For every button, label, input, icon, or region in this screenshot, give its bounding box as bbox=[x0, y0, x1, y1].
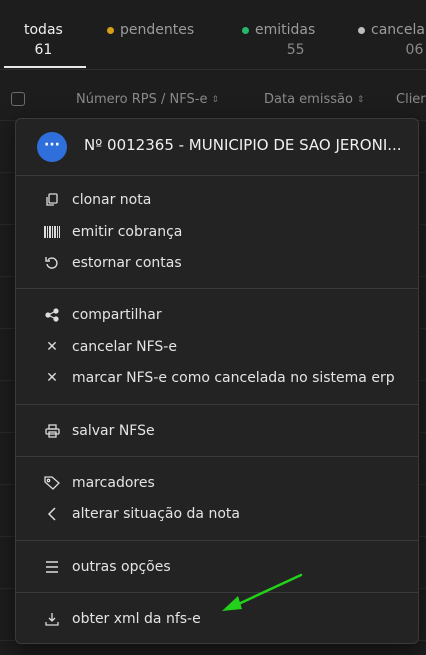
menu-divider bbox=[16, 175, 418, 176]
row-actions-menu: ··· Nº 0012365 - MUNICIPIO DE SAO JERONI… bbox=[15, 118, 419, 644]
x-icon: ✕ bbox=[46, 339, 58, 355]
column-client-header[interactable]: Clier bbox=[396, 92, 426, 107]
menu-item-cancelar-nfse[interactable]: ✕ cancelar NFS-e bbox=[16, 332, 418, 362]
printer-icon bbox=[44, 423, 60, 439]
menu-header: ··· Nº 0012365 - MUNICIPIO DE SAO JERONI… bbox=[16, 119, 418, 175]
menu-item-obter-xml[interactable]: obter xml da nfs-e bbox=[16, 604, 418, 634]
menu-item-compartilhar[interactable]: compartilhar bbox=[16, 300, 418, 330]
select-all-checkbox[interactable] bbox=[11, 92, 25, 106]
menu-divider bbox=[16, 456, 418, 457]
sort-icon: ⇕ bbox=[356, 94, 365, 105]
menu-item-estornar-contas[interactable]: estornar contas bbox=[16, 248, 418, 278]
chevron-left-icon bbox=[44, 506, 60, 522]
menu-divider bbox=[16, 540, 418, 541]
tab-todas[interactable]: todas 61 bbox=[24, 22, 63, 58]
x-icon: ✕ bbox=[46, 370, 58, 386]
tab-count: 06 bbox=[405, 42, 424, 58]
tab-pendentes[interactable]: pendentes bbox=[107, 22, 194, 42]
menu-item-salvar-nfse[interactable]: salvar NFSe bbox=[16, 416, 418, 446]
menu-item-outras-opcoes[interactable]: outras opções bbox=[16, 552, 418, 582]
menu-item-marcar-cancelada-erp[interactable]: ✕ marcar NFS-e como cancelada no sistema… bbox=[16, 363, 418, 393]
tab-count: 61 bbox=[34, 42, 53, 58]
menu-lines-icon bbox=[44, 559, 60, 575]
menu-divider bbox=[16, 592, 418, 593]
copy-icon bbox=[44, 192, 60, 208]
barcode-icon bbox=[44, 224, 60, 240]
column-rps-header[interactable]: Número RPS / NFS-e ⇕ bbox=[76, 92, 219, 107]
column-date-header[interactable]: Data emissão ⇕ bbox=[264, 92, 364, 107]
app-page: todas 61 pendentes emitidas 55 cancela 0… bbox=[0, 0, 426, 655]
menu-item-alterar-situacao[interactable]: alterar situação da nota bbox=[16, 499, 418, 529]
menu-divider bbox=[16, 404, 418, 405]
active-tab-indicator bbox=[4, 66, 86, 68]
tab-label: cancela bbox=[371, 22, 425, 38]
tag-icon bbox=[44, 475, 60, 491]
tab-count: 55 bbox=[286, 42, 305, 58]
download-icon bbox=[44, 611, 60, 627]
table-header: Número RPS / NFS-e ⇕ Data emissão ⇕ Clier bbox=[0, 80, 426, 120]
share-icon bbox=[44, 307, 60, 323]
tab-emitidas[interactable]: emitidas 55 bbox=[242, 22, 315, 58]
menu-item-clonar-nota[interactable]: clonar nota bbox=[16, 185, 418, 215]
undo-icon bbox=[44, 255, 60, 271]
sort-icon: ⇕ bbox=[211, 94, 220, 105]
issued-dot-icon bbox=[242, 26, 249, 34]
tab-label: todas bbox=[24, 22, 63, 38]
cancelled-dot-icon bbox=[358, 26, 365, 34]
menu-title: Nº 0012365 - MUNICIPIO DE SAO JERONI... bbox=[84, 136, 402, 154]
menu-item-marcadores[interactable]: marcadores bbox=[16, 468, 418, 498]
status-tabs: todas 61 pendentes emitidas 55 cancela 0… bbox=[0, 0, 426, 70]
more-options-button[interactable]: ··· bbox=[37, 132, 67, 162]
menu-divider bbox=[16, 288, 418, 289]
menu-item-emitir-cobranca[interactable]: emitir cobrança bbox=[16, 217, 418, 247]
pending-dot-icon bbox=[107, 26, 114, 34]
tab-canceladas[interactable]: cancela 06 bbox=[358, 22, 425, 58]
tab-label: emitidas bbox=[255, 22, 316, 38]
tab-label: pendentes bbox=[120, 22, 195, 38]
